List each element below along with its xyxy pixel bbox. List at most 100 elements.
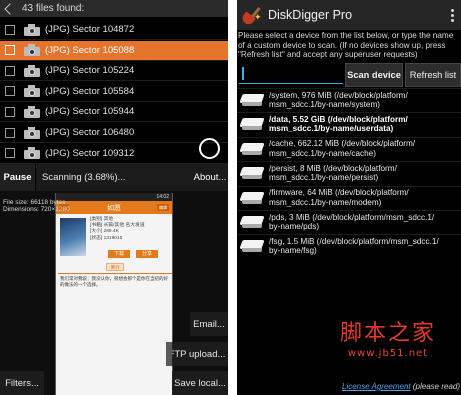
- preview-meta-line: [状态] 1319015: [90, 235, 123, 241]
- overflow-menu-icon[interactable]: [443, 4, 461, 26]
- watermark-url: www.jb51.net: [347, 348, 429, 359]
- camera-icon: [24, 85, 40, 98]
- device-line: /fsg, 1.5 MiB (/dev/block/platform/msm_s…: [269, 236, 439, 246]
- file-row[interactable]: (JPG) Sector 109312: [0, 144, 228, 164]
- app-title: DiskDigger Pro: [268, 8, 353, 22]
- device-row[interactable]: /persist, 8 MiB (/dev/block/platform/msm…: [237, 161, 461, 184]
- scan-status-bar: Pause Scanning (3.68%)... About...: [0, 164, 228, 191]
- file-size-text: File size: 66118 bytes: [3, 199, 66, 206]
- preview-edit-label: 编辑: [157, 204, 169, 211]
- image-preview: 14:02 如愿 编辑 [类别] 其他 [书籍] 长篇/其他 名大发道 [大小]…: [55, 193, 173, 395]
- save-local-button[interactable]: Save local...: [172, 371, 228, 395]
- app-action-bar: ✦ DiskDigger Pro: [237, 0, 461, 30]
- camera-icon: [24, 105, 40, 118]
- device-label: /data, 5.52 GiB (/dev/block/platform/msm…: [269, 115, 461, 134]
- preview-book-cover: [60, 218, 86, 256]
- scan-status-text: Scanning (3.68%)...: [42, 172, 126, 183]
- file-checkbox[interactable]: [5, 86, 15, 97]
- back-arrow-icon[interactable]: [4, 2, 16, 15]
- license-footer: License Agreement (please read): [342, 382, 460, 391]
- preview-divider: [58, 273, 172, 274]
- files-found-label: 43 files found:: [22, 3, 85, 14]
- file-checkbox[interactable]: [5, 148, 15, 159]
- device-row[interactable]: /system, 976 MiB (/dev/block/platform/ms…: [237, 88, 461, 111]
- file-row[interactable]: (JPG) Sector 104872: [0, 20, 228, 40]
- preview-title: 如愿: [107, 204, 121, 212]
- file-checkbox[interactable]: [5, 24, 15, 35]
- preview-description: 我们常对我说：我没认你，很想会那个是你在当初的好的做法的一个选择。: [60, 276, 168, 287]
- camera-icon: [24, 64, 40, 77]
- text-cursor: [242, 67, 244, 80]
- preview-book-meta: [类别] 其他 [书籍] 长篇/其他 名大发道 [大小] 289.4K [状态]…: [90, 217, 145, 242]
- ftp-upload-button[interactable]: FTP upload...: [166, 342, 228, 366]
- device-row[interactable]: /firmware, 64 MiB (/dev/block/platform/m…: [237, 185, 461, 209]
- file-checkbox[interactable]: [5, 65, 15, 76]
- device-line: msm_sdcc.1/by-name/cache): [269, 148, 376, 158]
- site-watermark: 脚本之家 www.jb51.net: [315, 315, 461, 359]
- device-label: /pds, 3 MiB (/dev/block/platform/msm_sdc…: [269, 213, 461, 232]
- preview-status-bar: 14:02: [56, 193, 172, 201]
- device-row[interactable]: /cache, 662.12 MiB (/dev/block/platform/…: [237, 136, 461, 160]
- refresh-list-button[interactable]: Refresh list: [405, 63, 461, 87]
- device-name-field[interactable]: [239, 64, 343, 84]
- diskdigger-shovel-icon: ✦: [240, 4, 262, 27]
- dimensions-text: Dimensions: 720×1280: [3, 206, 70, 213]
- ftp-button-edge: [166, 342, 172, 366]
- file-name: (JPG) Sector 109312: [45, 147, 135, 159]
- file-name: (JPG) Sector 105944: [45, 106, 135, 118]
- drive-icon: [239, 94, 265, 106]
- drive-icon: [239, 191, 265, 204]
- device-label: /cache, 662.12 MiB (/dev/block/platform/…: [269, 139, 461, 158]
- file-name: (JPG) Sector 105224: [45, 65, 135, 77]
- device-line: msm_sdcc.1/by-name/persist): [269, 173, 379, 183]
- file-checkbox[interactable]: [5, 45, 15, 56]
- scan-device-button[interactable]: Scan device: [345, 63, 403, 87]
- file-name: (JPG) Sector 106480: [45, 127, 135, 138]
- device-line: by-name/fsg): [269, 246, 317, 256]
- device-line: /system, 976 MiB (/dev/block/platform/: [269, 90, 408, 100]
- device-line: /cache, 662.12 MiB (/dev/block/platform/: [269, 139, 416, 149]
- file-row[interactable]: (JPG) Sector 106480: [0, 123, 228, 143]
- results-header[interactable]: 43 files found:: [0, 0, 228, 17]
- preview-title-bar: 如愿 编辑: [56, 201, 172, 214]
- file-checkbox[interactable]: [5, 127, 15, 138]
- progress-spinner: [199, 138, 220, 159]
- filters-button[interactable]: Filters...: [0, 371, 44, 395]
- camera-icon: [24, 126, 40, 139]
- file-checkbox[interactable]: [5, 106, 15, 117]
- device-line: /persist, 8 MiB (/dev/block/platform/: [269, 163, 397, 173]
- drive-icon: [239, 216, 265, 228]
- instructions-text: Please select a device from the list bel…: [238, 31, 454, 59]
- file-name: (JPG) Sector 105088: [45, 44, 135, 56]
- drive-icon: [239, 118, 265, 131]
- device-line: msm_sdcc.1/by-name/modem): [269, 197, 382, 207]
- file-name: (JPG) Sector 105584: [45, 85, 135, 97]
- about-button[interactable]: About...: [192, 164, 228, 191]
- file-row[interactable]: (JPG) Sector 105944: [0, 102, 228, 123]
- device-row[interactable]: /data, 5.52 GiB (/dev/block/platform/msm…: [237, 112, 461, 135]
- device-row[interactable]: /fsg, 1.5 MiB (/dev/block/platform/msm_s…: [237, 234, 461, 257]
- drive-icon: [239, 240, 265, 253]
- device-label: /firmware, 64 MiB (/dev/block/platform/m…: [269, 188, 461, 207]
- device-label: /persist, 8 MiB (/dev/block/platform/msm…: [269, 164, 461, 183]
- device-label: /fsg, 1.5 MiB (/dev/block/platform/msm_s…: [269, 237, 461, 256]
- custom-device-input[interactable]: [239, 64, 343, 84]
- file-row[interactable]: (JPG) Sector 105088: [0, 40, 228, 61]
- preview-download-label: 下载: [108, 250, 130, 258]
- device-line: /data, 5.52 GiB (/dev/block/platform/: [269, 114, 408, 124]
- device-selection-screen: ✦ DiskDigger Pro Please select a device …: [237, 0, 461, 395]
- camera-icon: [24, 147, 40, 160]
- device-row[interactable]: /pds, 3 MiB (/dev/block/platform/msm_sdc…: [237, 210, 461, 233]
- camera-icon: [24, 44, 40, 57]
- email-button[interactable]: Email...: [190, 312, 228, 336]
- device-line: /pds, 3 MiB (/dev/block/platform/msm_sdc…: [269, 212, 435, 222]
- license-note: (please read): [412, 382, 461, 391]
- device-line: /firmware, 64 MiB (/dev/block/platform/: [269, 188, 409, 198]
- file-row[interactable]: (JPG) Sector 105584: [0, 82, 228, 102]
- file-info: File size: 66118 bytes Dimensions: 720×1…: [3, 199, 70, 213]
- file-row[interactable]: (JPG) Sector 105224: [0, 61, 228, 82]
- device-label: /system, 976 MiB (/dev/block/platform/ms…: [269, 91, 461, 110]
- pause-button[interactable]: Pause: [0, 164, 36, 191]
- license-agreement-link[interactable]: License Agreement: [342, 382, 411, 391]
- watermark-text: 脚本之家: [339, 321, 436, 346]
